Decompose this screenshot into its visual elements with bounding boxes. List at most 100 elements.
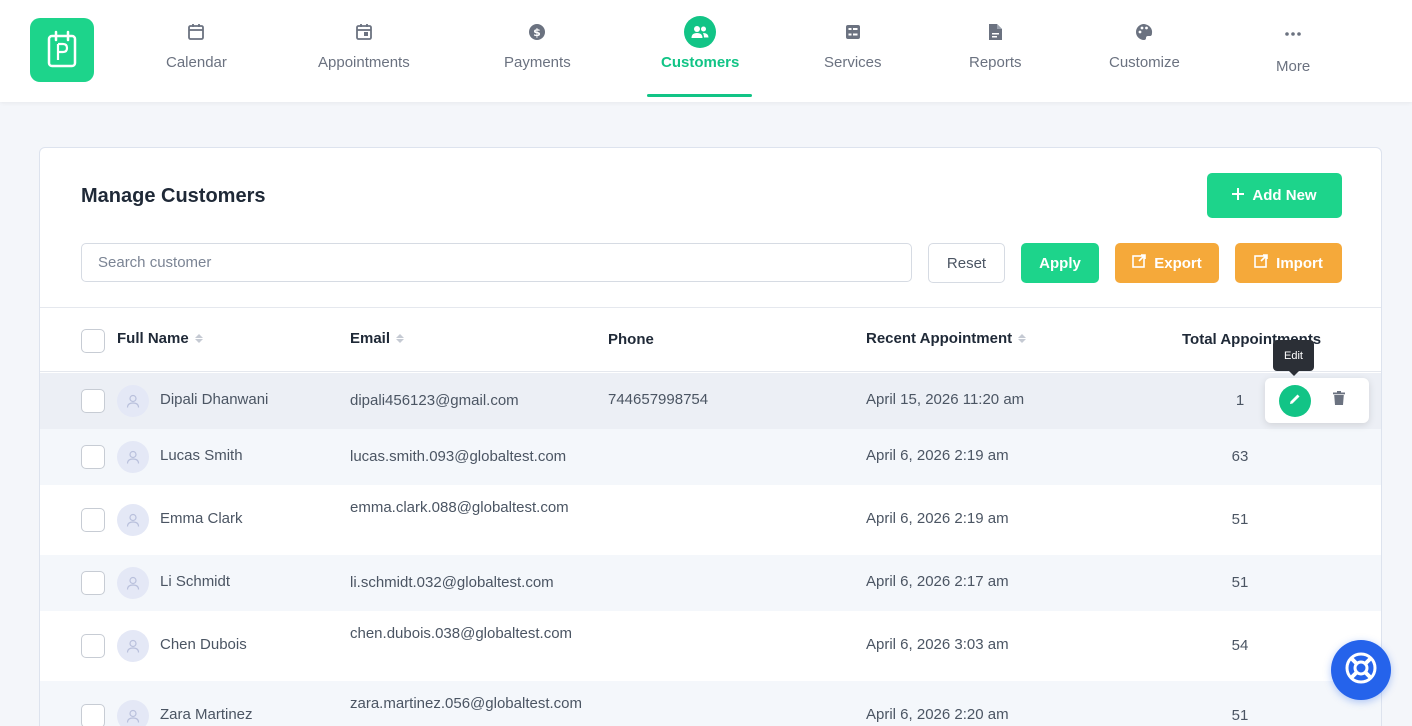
total-appointments: 54 [1231, 637, 1249, 654]
import-button[interactable]: Import [1235, 243, 1342, 283]
row-checkbox[interactable] [81, 704, 105, 726]
nav-customize[interactable]: Customize [1109, 20, 1180, 71]
row-checkbox[interactable] [81, 445, 105, 469]
add-new-button[interactable]: Add New [1207, 173, 1342, 218]
pencil-icon [1288, 392, 1302, 411]
nav-calendar[interactable]: Calendar [166, 20, 227, 71]
nav-more[interactable]: More [1276, 24, 1310, 75]
nav-customers[interactable]: Customers [661, 16, 740, 71]
top-navigation: Calendar Appointments $ Payments Custome… [0, 0, 1412, 102]
nav-label: Customers [661, 54, 740, 71]
calendar-event-icon [352, 20, 376, 44]
nav-services[interactable]: Services [824, 20, 882, 71]
more-icon [1281, 24, 1305, 44]
sort-icon [1018, 334, 1027, 343]
sort-icon [194, 334, 203, 343]
logo-icon [47, 30, 77, 68]
customer-email: chen.dubois.038@globaltest.com [350, 625, 573, 642]
customer-name: Zara Martinez [160, 706, 253, 723]
total-appointments: 51 [1231, 511, 1249, 528]
external-link-icon [1132, 254, 1147, 272]
nav-appointments[interactable]: Appointments [318, 20, 410, 71]
nav-label: Reports [969, 54, 1022, 71]
avatar [117, 441, 149, 473]
select-all-checkbox[interactable] [81, 329, 105, 353]
table-row[interactable]: Dipali Dhanwani dipali456123@gmail.com 7… [40, 373, 1381, 429]
table-row[interactable]: Zara Martinez zara.martinez.056@globalte… [40, 681, 1381, 726]
nav-reports[interactable]: Reports [969, 20, 1022, 71]
nav-label: Payments [504, 54, 571, 71]
avatar [117, 385, 149, 417]
svg-text:$: $ [534, 26, 542, 39]
nav-label: Customize [1109, 54, 1180, 71]
header-phone: Phone [608, 331, 654, 348]
total-appointments: 51 [1231, 574, 1249, 591]
nav-label: Services [824, 54, 882, 71]
services-icon [841, 20, 865, 44]
edit-button[interactable] [1279, 385, 1311, 417]
table-header: Full Name Email Phone Recent Appointment… [40, 308, 1381, 372]
avatar [117, 567, 149, 599]
calendar-icon [184, 20, 208, 44]
lifebuoy-icon [1344, 651, 1378, 690]
customer-email: zara.martinez.056@globaltest.com [350, 695, 583, 712]
nav-payments[interactable]: $ Payments [504, 20, 571, 71]
total-appointments: 51 [1231, 707, 1249, 724]
customer-name: Dipali Dhanwani [160, 391, 269, 408]
search-input[interactable] [81, 243, 912, 282]
avatar [117, 700, 149, 726]
recent-appointment: April 6, 2026 2:19 am [866, 510, 1009, 527]
active-tab-indicator [647, 94, 752, 97]
page-title: Manage Customers [81, 185, 266, 207]
dollar-icon: $ [525, 20, 549, 44]
recent-appointment: April 6, 2026 3:03 am [866, 636, 1009, 653]
nav-label: Appointments [318, 54, 410, 71]
edit-tooltip: Edit [1273, 340, 1314, 376]
reset-button[interactable]: Reset [928, 243, 1005, 283]
row-checkbox[interactable] [81, 508, 105, 532]
users-icon [684, 16, 717, 48]
customer-phone: 744657998754 [608, 391, 709, 408]
delete-button[interactable] [1329, 390, 1349, 410]
total-appointments: 1 [1235, 392, 1245, 409]
customer-email: dipali456123@gmail.com [350, 392, 519, 409]
recent-appointment: April 6, 2026 2:19 am [866, 447, 1009, 464]
row-checkbox[interactable] [81, 389, 105, 413]
customer-name: Lucas Smith [160, 447, 243, 464]
customer-email: li.schmidt.032@globaltest.com [350, 574, 554, 591]
row-checkbox[interactable] [81, 634, 105, 658]
apply-button[interactable]: Apply [1021, 243, 1099, 283]
palette-icon [1132, 20, 1156, 44]
plus-icon [1232, 187, 1245, 204]
row-checkbox[interactable] [81, 571, 105, 595]
header-email[interactable]: Email [350, 330, 405, 347]
add-new-label: Add New [1252, 187, 1317, 204]
table-row[interactable]: Chen Dubois chen.dubois.038@globaltest.c… [40, 611, 1381, 681]
file-icon [983, 20, 1007, 44]
customer-name: Chen Dubois [160, 636, 247, 653]
nav-label: More [1276, 58, 1311, 75]
customer-name: Li Schmidt [160, 573, 231, 590]
help-button[interactable] [1331, 640, 1391, 700]
sort-icon [396, 334, 405, 343]
customer-email: emma.clark.088@globaltest.com [350, 499, 569, 516]
avatar [117, 630, 149, 662]
import-label: Import [1276, 254, 1323, 272]
app-logo[interactable] [30, 18, 94, 82]
customer-email: lucas.smith.093@globaltest.com [350, 448, 567, 465]
customer-name: Emma Clark [160, 510, 243, 527]
recent-appointment: April 6, 2026 2:20 am [866, 706, 1009, 723]
trash-icon [1333, 390, 1345, 410]
total-appointments: 63 [1231, 448, 1249, 465]
header-full-name[interactable]: Full Name [117, 330, 203, 347]
recent-appointment: April 6, 2026 2:17 am [866, 573, 1009, 590]
external-link-icon [1254, 254, 1268, 272]
header-recent-appointment[interactable]: Recent Appointment [866, 330, 1027, 347]
table-row[interactable]: Emma Clark emma.clark.088@globaltest.com… [40, 485, 1381, 555]
table-row[interactable]: Li Schmidt li.schmidt.032@globaltest.com… [40, 555, 1381, 611]
export-button[interactable]: Export [1115, 243, 1219, 283]
export-label: Export [1154, 254, 1202, 272]
table-row[interactable]: Lucas Smith lucas.smith.093@globaltest.c… [40, 429, 1381, 485]
row-actions-popover [1265, 378, 1369, 423]
customers-card: Manage Customers Add New Reset Apply Exp… [39, 147, 1382, 726]
